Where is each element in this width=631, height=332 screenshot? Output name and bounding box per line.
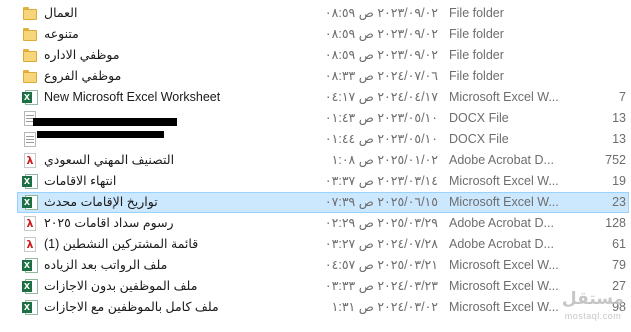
file-row-workers-folder[interactable]: العمال ٢٠٢٣/٠٩/٠٢ ص ٠٨:٥٩ File folder bbox=[17, 3, 629, 24]
file-row-saudi-job-classification[interactable]: التصنيف المهني السعودي ٢٠٢٥/٠١/٠٢ ص ١:٠٨… bbox=[17, 150, 629, 171]
file-row-active-subscribers-list[interactable]: (1) قائمة المشتركين النشطين ٢٠٢٤/٠٧/٢٨ ص… bbox=[17, 234, 629, 255]
file-name: موظفي الفروع bbox=[44, 69, 122, 83]
file-row-residency-fees-2025[interactable]: رسوم سداد اقامات ٢٠٢٥ ٢٠٢٥/٠٣/٢٩ ص ٠٢:٢٩… bbox=[17, 213, 629, 234]
file-date-modified: ٢٠٢٣/٠٥/١٠ ص ٠١:٤٤ bbox=[324, 132, 438, 146]
file-date-modified: ٢٠٢٣/٠٩/٠٢ ص ٠٨:٥٩ bbox=[324, 6, 438, 20]
file-date-modified: ٢٠٢٥/٠٦/١٥ ص ٠٧:٣٩ bbox=[324, 195, 438, 209]
file-date-modified: ٢٠٢٥/٠٣/٢١ ص ٠٤:٥٧ bbox=[324, 258, 438, 272]
file-name: ملف كامل بالموظفين مع الاجازات bbox=[44, 300, 219, 314]
file-row-new-excel-worksheet[interactable]: New Microsoft Excel Worksheet ٢٠٢٤/٠٤/١٧… bbox=[17, 87, 629, 108]
file-type: File folder bbox=[449, 27, 504, 41]
file-date-modified: ٢٠٢٣/٠٩/٠٢ ص ٠٨:٥٩ bbox=[324, 27, 438, 41]
file-size: 13 bbox=[612, 111, 626, 125]
file-type: DOCX File bbox=[449, 132, 509, 146]
file-name: رسوم سداد اقامات ٢٠٢٥ bbox=[44, 216, 174, 230]
file-type: Microsoft Excel W... bbox=[449, 174, 559, 188]
file-row-misc-folder[interactable]: متنوعه ٢٠٢٣/٠٩/٠٢ ص ٠٨:٥٩ File folder bbox=[17, 24, 629, 45]
file-row-employees-without-leaves[interactable]: ملف الموظفين بدون الاجازات ٢٠٢٤/٠٣/٢٣ ص … bbox=[17, 276, 629, 297]
file-name: تواريخ الإقامات محدث bbox=[44, 195, 158, 209]
folder-icon bbox=[22, 27, 38, 42]
excel-icon bbox=[22, 90, 38, 105]
file-name: متنوعه bbox=[44, 27, 79, 41]
folder-icon bbox=[22, 69, 38, 84]
file-type: Adobe Acrobat D... bbox=[449, 237, 554, 251]
file-size: 79 bbox=[612, 258, 626, 272]
file-size: 752 bbox=[605, 153, 626, 167]
file-type: File folder bbox=[449, 69, 504, 83]
file-date-modified: ٢٠٢٤/٠٣/٠٢ ص ١:٣١ bbox=[331, 300, 438, 314]
file-type: Microsoft Excel W... bbox=[449, 279, 559, 293]
file-size: 13 bbox=[612, 132, 626, 146]
file-size: 7 bbox=[619, 90, 626, 104]
file-name: ملف الموظفين بدون الاجازات bbox=[44, 279, 198, 293]
file-size: 128 bbox=[605, 216, 626, 230]
file-date-modified: ٢٠٢٥/٠١/٠٢ ص ١:٠٨ bbox=[331, 153, 438, 167]
file-type: Adobe Acrobat D... bbox=[449, 216, 554, 230]
file-type: File folder bbox=[449, 48, 504, 62]
file-date-modified: ٢٠٢٣/٠٣/١٤ ص ٠٣:٣٧ bbox=[324, 174, 438, 188]
file-size bbox=[574, 4, 626, 23]
file-date-modified: ٢٠٢٣/٠٩/٠٢ ص ٠٨:٥٩ bbox=[324, 48, 438, 62]
file-type: Microsoft Excel W... bbox=[449, 300, 559, 314]
redaction-bar bbox=[33, 118, 177, 126]
file-list: العمال ٢٠٢٣/٠٩/٠٢ ص ٠٨:٥٩ File folder مت… bbox=[0, 0, 631, 332]
file-size bbox=[574, 67, 626, 86]
excel-icon bbox=[22, 279, 38, 294]
watermark-logo: مستقل bbox=[561, 289, 625, 309]
file-type: Microsoft Excel W... bbox=[449, 195, 559, 209]
pdf-icon bbox=[22, 153, 38, 168]
file-row-admin-staff-folder[interactable]: موظفي الاداره ٢٠٢٣/٠٩/٠٢ ص ٠٨:٥٩ File fo… bbox=[17, 45, 629, 66]
file-row-full-employees-with-leaves[interactable]: ملف كامل بالموظفين مع الاجازات ٢٠٢٤/٠٣/٠… bbox=[17, 297, 629, 318]
file-name: New Microsoft Excel Worksheet bbox=[44, 90, 221, 104]
file-type: Microsoft Excel W... bbox=[449, 90, 559, 104]
file-size: 19 bbox=[612, 174, 626, 188]
file-name: موظفي الاداره bbox=[44, 48, 120, 62]
excel-icon bbox=[22, 174, 38, 189]
file-name: ملف الرواتب بعد الزياده bbox=[44, 258, 168, 272]
file-name: (1) قائمة المشتركين النشطين bbox=[44, 237, 199, 251]
file-row-residency-expiry[interactable]: انتهاء الاقامات ٢٠٢٣/٠٣/١٤ ص ٠٣:٣٧ Micro… bbox=[17, 171, 629, 192]
excel-icon bbox=[22, 195, 38, 210]
file-size: 61 bbox=[612, 237, 626, 251]
file-date-modified: ٢٠٢٤/٠٤/١٧ ص ٠٤:١٧ bbox=[324, 90, 438, 104]
pdf-icon bbox=[22, 237, 38, 252]
pdf-icon bbox=[22, 216, 38, 231]
folder-icon bbox=[22, 6, 38, 21]
excel-icon bbox=[22, 258, 38, 273]
excel-icon bbox=[22, 300, 38, 315]
file-date-modified: ٢٠٢٥/٠٣/٢٩ ص ٠٢:٢٩ bbox=[324, 216, 438, 230]
file-date-modified: ٢٠٢٤/٠٧/٠٦ ص ٠٨:٣٣ bbox=[324, 69, 438, 83]
file-size: 23 bbox=[612, 195, 626, 209]
file-type: DOCX File bbox=[449, 111, 509, 125]
file-size bbox=[574, 25, 626, 44]
file-type: Microsoft Excel W... bbox=[449, 258, 559, 272]
file-row-residency-dates-updated[interactable]: تواريخ الإقامات محدث ٢٠٢٥/٠٦/١٥ ص ٠٧:٣٩ … bbox=[17, 192, 629, 213]
docx-icon bbox=[22, 132, 38, 147]
file-date-modified: ٢٠٢٣/٠٥/١٠ ص ٠١:٤٣ bbox=[324, 111, 438, 125]
file-date-modified: ٢٠٢٤/٠٧/٢٨ ص ٠٣:٢٧ bbox=[324, 237, 438, 251]
file-row-branch-staff-folder[interactable]: موظفي الفروع ٢٠٢٤/٠٧/٠٦ ص ٠٨:٣٣ File fol… bbox=[17, 66, 629, 87]
file-type: Adobe Acrobat D... bbox=[449, 153, 554, 167]
file-type: File folder bbox=[449, 6, 504, 20]
redaction-bar bbox=[37, 131, 164, 138]
file-name: انتهاء الاقامات bbox=[44, 174, 117, 188]
file-size bbox=[574, 46, 626, 65]
file-date-modified: ٢٠٢٤/٠٣/٢٣ ص ٠٣:٣٣ bbox=[324, 279, 438, 293]
folder-icon bbox=[22, 48, 38, 63]
file-row-salaries-after-raise[interactable]: ملف الرواتب بعد الزياده ٢٠٢٥/٠٣/٢١ ص ٠٤:… bbox=[17, 255, 629, 276]
file-name: التصنيف المهني السعودي bbox=[44, 153, 175, 167]
watermark-text: mostaql.com bbox=[564, 311, 622, 321]
file-name: العمال bbox=[44, 6, 78, 20]
mostaql-watermark: مستقل mostaql.com bbox=[560, 288, 626, 330]
